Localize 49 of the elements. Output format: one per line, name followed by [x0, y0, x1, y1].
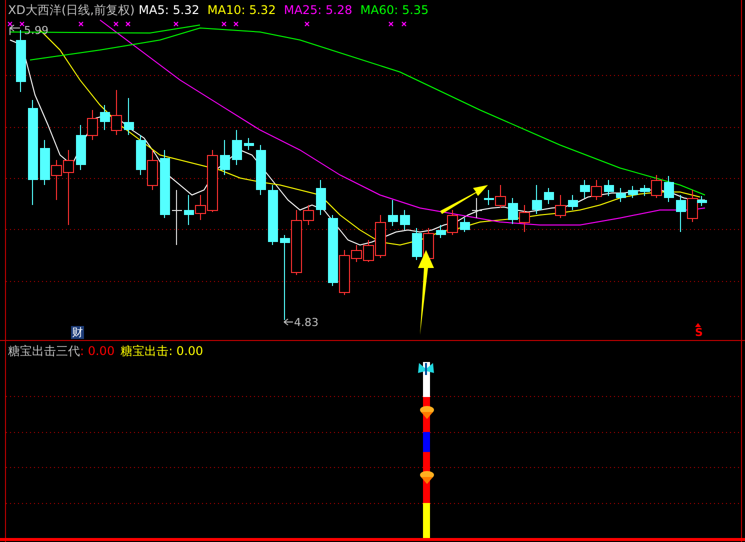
- arrow-icon: [440, 185, 488, 214]
- candlestick: [628, 186, 638, 198]
- indicator-value: 糖宝出击三代: [8, 343, 80, 359]
- candlestick: [412, 228, 422, 260]
- arrow-icon: [695, 323, 701, 327]
- arrow-icon: [418, 250, 434, 335]
- candlestick: [147, 150, 158, 190]
- indicator-value: MA60: 5.35: [360, 2, 429, 18]
- indicator-value: MA10: 5.32: [207, 2, 276, 18]
- indicator-value: MA5: 5.32: [138, 2, 200, 18]
- candlestick: [580, 180, 590, 198]
- indicator-value: 糖宝出击: 0.00: [120, 343, 204, 359]
- candlestick: [160, 150, 170, 218]
- chart-title: XD大西洋(日线,前复权): [8, 2, 135, 18]
- candlestick: [388, 200, 398, 226]
- candlestick: [664, 176, 674, 202]
- indicator-value: MA25: 5.28: [284, 2, 352, 18]
- price-label: 4.83: [294, 316, 318, 329]
- candlestick: [268, 184, 278, 246]
- candlestick: [604, 180, 614, 196]
- candlestick: [472, 198, 482, 218]
- candlestick: [555, 194, 566, 218]
- candlestick: [220, 140, 230, 176]
- candlestick: [172, 190, 182, 246]
- candlestick: [16, 30, 26, 92]
- candlestick: [423, 228, 434, 260]
- candlestick: [136, 134, 146, 176]
- candlestick: [256, 144, 266, 196]
- candlestick: [568, 194, 578, 210]
- candlestick: [232, 130, 242, 166]
- candlestick: [316, 180, 326, 216]
- candlestick: [40, 140, 50, 186]
- candlestick: [400, 210, 410, 230]
- candlestick: [184, 194, 194, 226]
- candlestick: [124, 98, 134, 136]
- indicator-value: : 0.00: [80, 343, 115, 359]
- arrow-icon: [284, 318, 294, 326]
- candlestick: [591, 180, 602, 200]
- candlestick: [460, 218, 470, 232]
- candlestick: [519, 204, 530, 232]
- candlestick: [244, 138, 254, 150]
- candlestick: [544, 188, 554, 204]
- candlestick: [532, 184, 542, 214]
- candlestick: [508, 198, 518, 224]
- signal-mark: S: [695, 326, 703, 339]
- arrow-icon: [10, 24, 20, 36]
- finance-badge: 财: [71, 326, 84, 339]
- candlestick: [676, 194, 686, 232]
- candlestick: [616, 188, 626, 202]
